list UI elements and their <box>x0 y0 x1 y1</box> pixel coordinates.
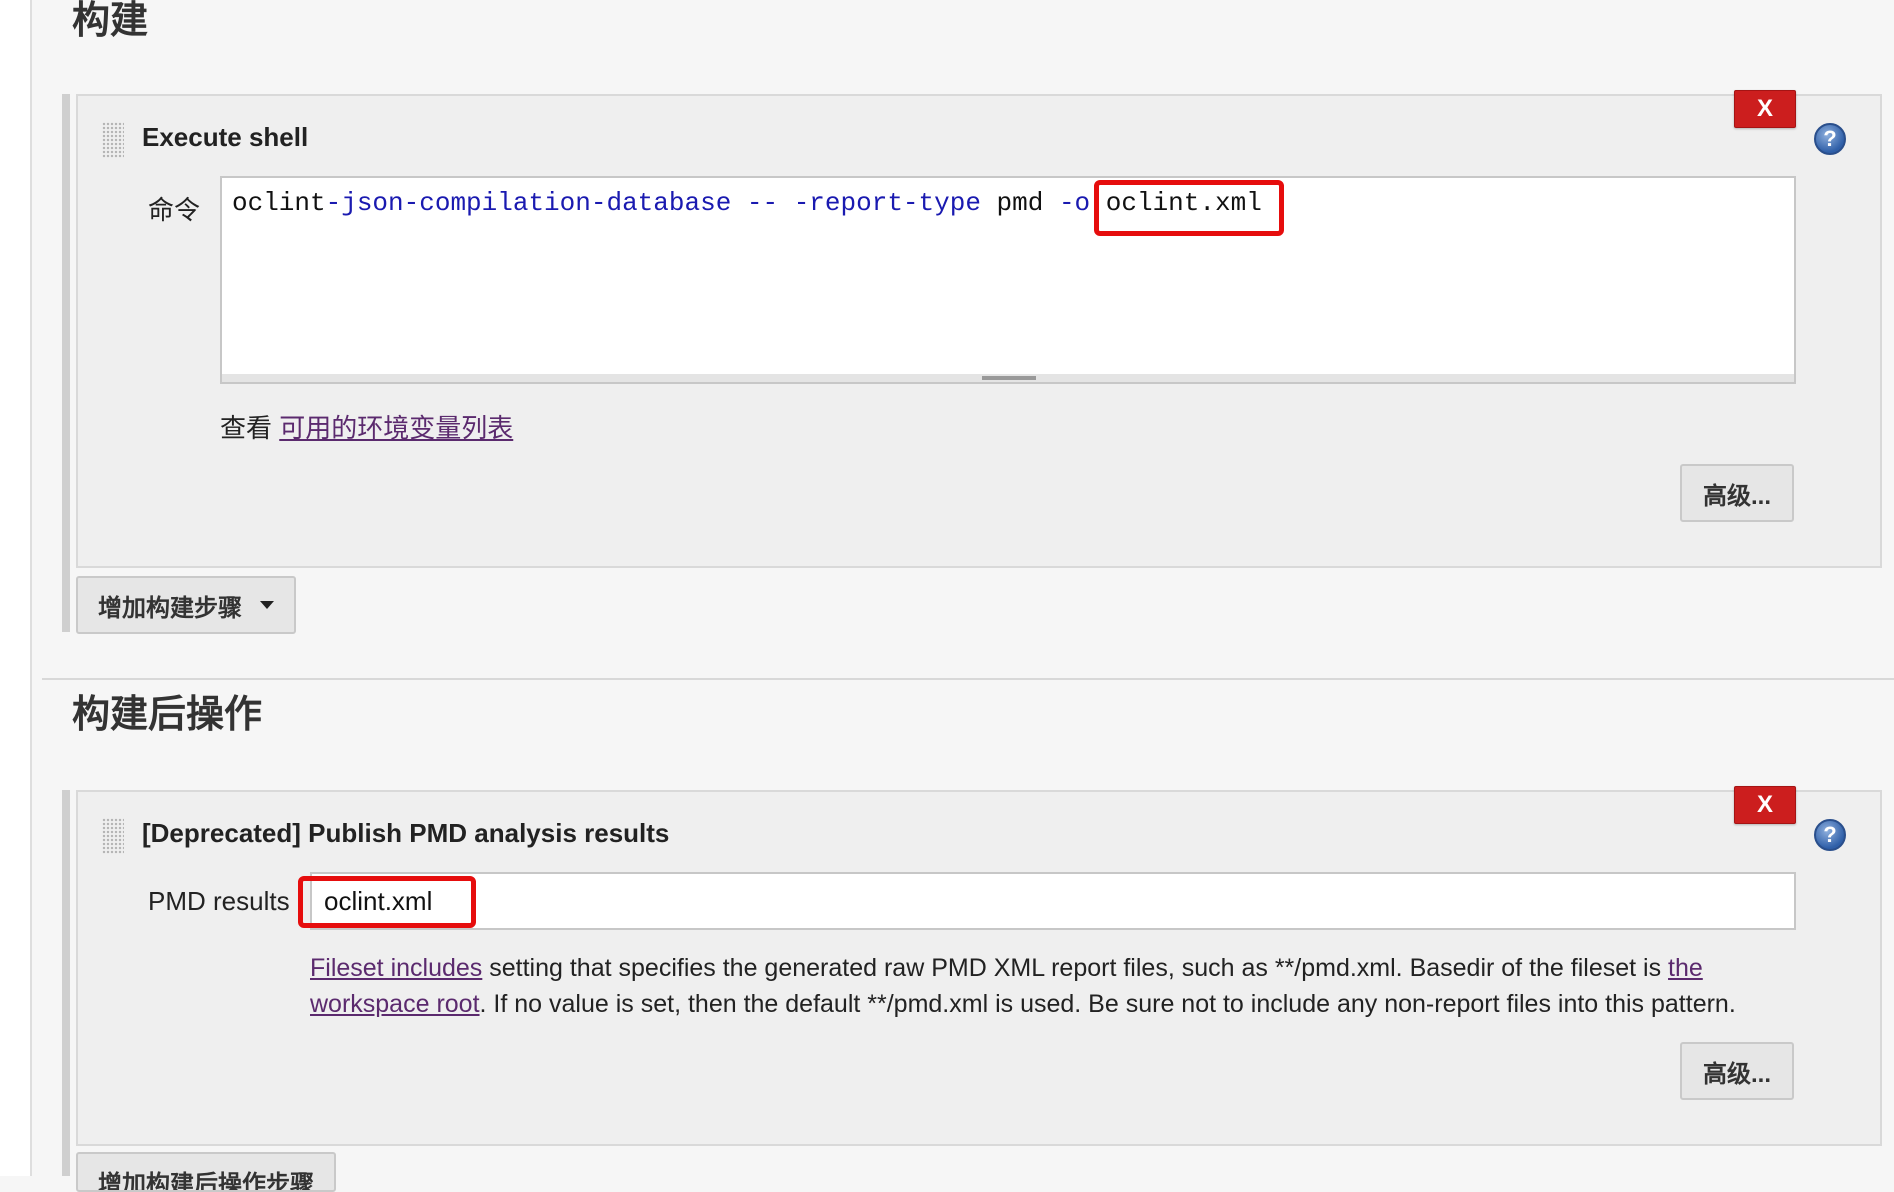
fileset-includes-link[interactable]: Fileset includes <box>310 954 482 982</box>
env-prefix: 查看 <box>220 413 280 443</box>
add-build-step-label: 增加构建步骤 <box>98 594 242 622</box>
highlight-box-pmd <box>298 876 476 928</box>
pmd-results-description: Fileset includes setting that specifies … <box>310 950 1810 1022</box>
execute-shell-title: Execute shell <box>142 122 309 152</box>
env-vars-line: 查看 可用的环境变量列表 <box>220 408 513 445</box>
section-divider <box>42 678 1894 680</box>
pmd-results-label: PMD results <box>148 886 290 916</box>
build-section-title: 构建 <box>72 0 149 42</box>
chevron-down-icon <box>260 601 274 609</box>
help-icon[interactable]: ? <box>1814 819 1846 851</box>
drag-handle-icon[interactable] <box>102 818 124 854</box>
add-build-step-button[interactable]: 增加构建步骤 <box>76 576 296 634</box>
post-build-step-stripe <box>62 790 70 1176</box>
description-text: . If no value is set, then the default *… <box>479 990 1736 1018</box>
build-step-stripe <box>62 94 70 632</box>
execute-shell-panel: Execute shell 命令 oclint-json-compilation… <box>76 94 1882 568</box>
command-keyword: -json-compilation-database -- -report-ty… <box>325 188 981 218</box>
add-post-build-step-label: 增加构建后操作步骤 <box>98 1171 314 1192</box>
add-post-build-step-button[interactable]: 增加构建后操作步骤 <box>76 1152 336 1192</box>
command-label: 命令 <box>148 195 201 225</box>
description-text: setting that specifies the generated raw… <box>482 954 1669 982</box>
pmd-publish-panel: [Deprecated] Publish PMD analysis result… <box>76 790 1882 1146</box>
delete-post-build-step-button[interactable]: X <box>1734 786 1796 824</box>
help-icon[interactable]: ? <box>1814 123 1846 155</box>
env-vars-link[interactable]: 可用的环境变量列表 <box>279 413 513 443</box>
pmd-publish-title: [Deprecated] Publish PMD analysis result… <box>142 818 670 848</box>
advanced-button-post-build[interactable]: 高级... <box>1680 1042 1794 1100</box>
pmd-results-input[interactable]: oclint.xml <box>310 872 1796 930</box>
command-text: oclint <box>232 188 326 218</box>
command-keyword: -o <box>1058 188 1091 218</box>
command-text: pmd <box>980 188 1059 218</box>
highlight-box-command <box>1094 180 1284 236</box>
textarea-resize-grip[interactable] <box>220 374 1796 384</box>
command-textarea[interactable]: oclint-json-compilation-database -- -rep… <box>220 176 1796 376</box>
delete-build-step-button[interactable]: X <box>1734 90 1796 128</box>
drag-handle-icon[interactable] <box>102 122 124 158</box>
left-sidebar-edge <box>0 0 32 1176</box>
post-build-section-title: 构建后操作 <box>72 694 263 736</box>
advanced-button-build[interactable]: 高级... <box>1680 464 1794 522</box>
